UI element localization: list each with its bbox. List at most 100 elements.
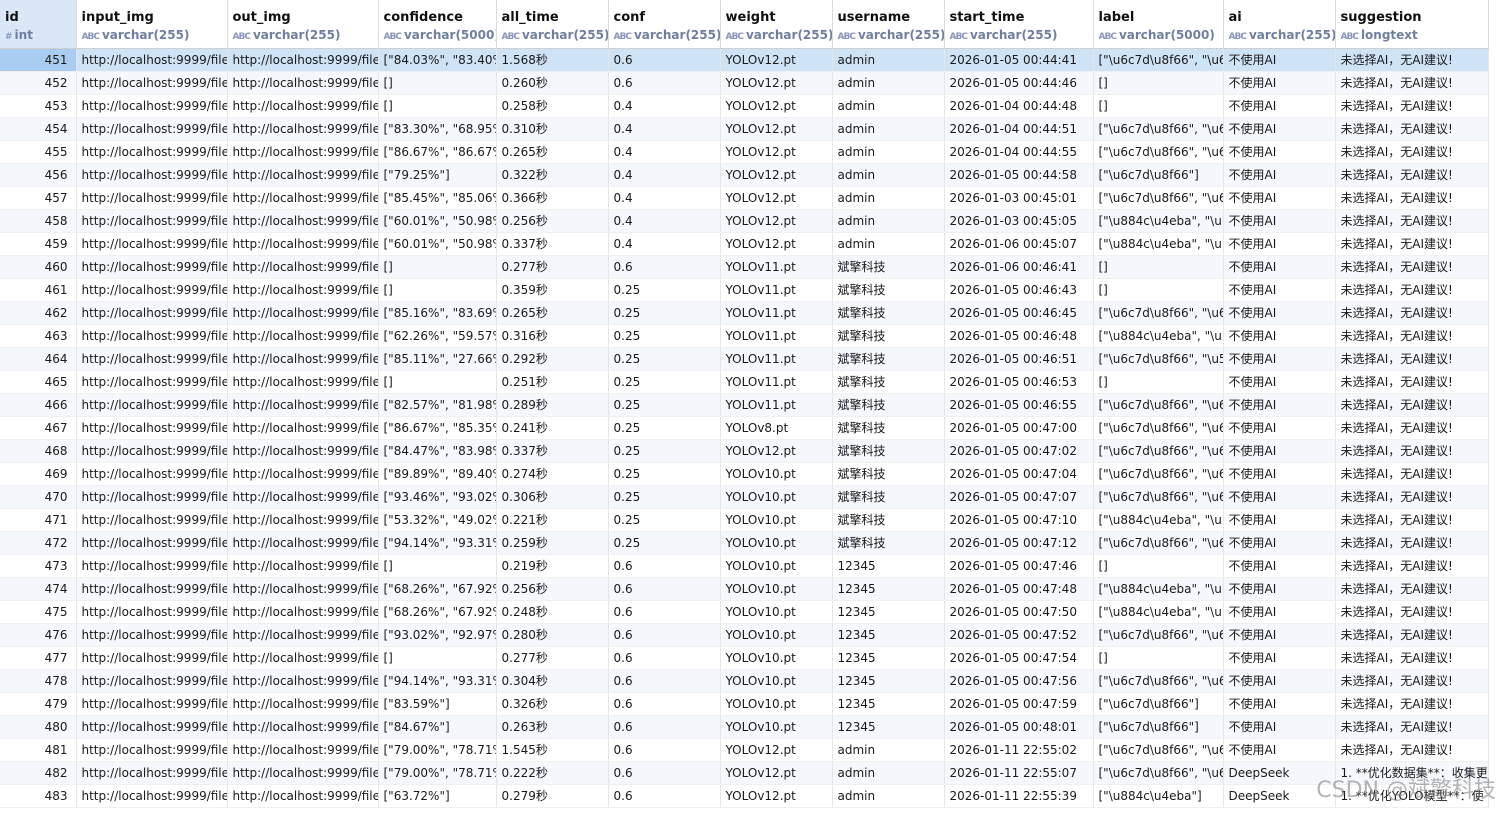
cell-ai[interactable]: 不使用AI: [1223, 163, 1336, 187]
cell-weight[interactable]: YOLOv10.pt: [720, 692, 833, 716]
cell-suggestion[interactable]: 未选择AI，无AI建议!: [1335, 439, 1489, 463]
cell-input_img[interactable]: http://localhost:9999/file: [76, 485, 228, 509]
cell-input_img[interactable]: http://localhost:9999/file: [76, 301, 228, 325]
cell-conf[interactable]: 0.25: [608, 531, 721, 555]
cell-out_img[interactable]: http://localhost:9999/file: [227, 646, 379, 670]
cell-suggestion[interactable]: 未选择AI，无AI建议!: [1335, 669, 1489, 693]
cell-weight[interactable]: YOLOv10.pt: [720, 485, 833, 509]
cell-weight[interactable]: YOLOv12.pt: [720, 163, 833, 187]
cell-start_time[interactable]: 2026-01-04 00:44:55: [944, 140, 1094, 164]
cell-input_img[interactable]: http://localhost:9999/file: [76, 324, 228, 348]
cell-weight[interactable]: YOLOv12.pt: [720, 232, 833, 256]
cell-label[interactable]: ["\u6c7d\u8f66", "\u6: [1093, 623, 1224, 647]
cell-out_img[interactable]: http://localhost:9999/file: [227, 784, 379, 808]
cell-id[interactable]: 478: [0, 669, 77, 693]
cell-id[interactable]: 455: [0, 140, 77, 164]
cell-confidence[interactable]: []: [378, 646, 497, 670]
cell-out_img[interactable]: http://localhost:9999/file: [227, 255, 379, 279]
column-header-id[interactable]: id # int: [0, 0, 77, 49]
cell-label[interactable]: []: [1093, 94, 1224, 118]
cell-all_time[interactable]: 0.277秒: [496, 646, 609, 670]
cell-input_img[interactable]: http://localhost:9999/file: [76, 692, 228, 716]
cell-conf[interactable]: 0.6: [608, 577, 721, 601]
cell-all_time[interactable]: 0.219秒: [496, 554, 609, 578]
cell-ai[interactable]: 不使用AI: [1223, 416, 1336, 440]
cell-weight[interactable]: YOLOv12.pt: [720, 71, 833, 95]
cell-label[interactable]: ["\u884c\u4eba", "\u: [1093, 232, 1224, 256]
cell-conf[interactable]: 0.4: [608, 232, 721, 256]
cell-suggestion[interactable]: 1. **优化YOLO模型**：使: [1335, 784, 1489, 808]
table-row[interactable]: 464 http://localhost:9999/file http://loca…: [0, 347, 1489, 371]
cell-username[interactable]: 斌擎科技: [832, 508, 945, 532]
cell-confidence[interactable]: ["86.67%", "86.67%: [378, 140, 497, 164]
cell-ai[interactable]: 不使用AI: [1223, 692, 1336, 716]
cell-conf[interactable]: 0.6: [608, 646, 721, 670]
column-header-all_time[interactable]: all_time ABC varchar(255): [496, 0, 609, 49]
cell-username[interactable]: 12345: [832, 669, 945, 693]
cell-out_img[interactable]: http://localhost:9999/file: [227, 232, 379, 256]
cell-confidence[interactable]: ["62.26%", "59.57%: [378, 324, 497, 348]
cell-start_time[interactable]: 2026-01-05 00:46:53: [944, 370, 1094, 394]
cell-all_time[interactable]: 0.259秒: [496, 531, 609, 555]
cell-id[interactable]: 459: [0, 232, 77, 256]
cell-label[interactable]: ["\u6c7d\u8f66", "\u6: [1093, 416, 1224, 440]
cell-label[interactable]: ["\u6c7d\u8f66", "\u6: [1093, 301, 1224, 325]
cell-ai[interactable]: 不使用AI: [1223, 301, 1336, 325]
cell-weight[interactable]: YOLOv10.pt: [720, 600, 833, 624]
cell-out_img[interactable]: http://localhost:9999/file: [227, 577, 379, 601]
cell-all_time[interactable]: 0.337秒: [496, 232, 609, 256]
cell-all_time[interactable]: 0.292秒: [496, 347, 609, 371]
cell-ai[interactable]: 不使用AI: [1223, 554, 1336, 578]
cell-all_time[interactable]: 0.258秒: [496, 94, 609, 118]
cell-label[interactable]: ["\u6c7d\u8f66", "\u6: [1093, 186, 1224, 210]
cell-ai[interactable]: DeepSeek: [1223, 761, 1336, 785]
cell-suggestion[interactable]: 未选择AI，无AI建议!: [1335, 278, 1489, 302]
cell-label[interactable]: ["\u884c\u4eba", "\u: [1093, 577, 1224, 601]
table-row[interactable]: 468 http://localhost:9999/file http://loca…: [0, 439, 1489, 463]
cell-label[interactable]: ["\u6c7d\u8f66", "\u6: [1093, 462, 1224, 486]
cell-start_time[interactable]: 2026-01-03 00:45:05: [944, 209, 1094, 233]
cell-id[interactable]: 474: [0, 577, 77, 601]
cell-id[interactable]: 456: [0, 163, 77, 187]
cell-username[interactable]: admin: [832, 784, 945, 808]
cell-id[interactable]: 463: [0, 324, 77, 348]
cell-start_time[interactable]: 2026-01-04 00:44:48: [944, 94, 1094, 118]
cell-label[interactable]: ["\u6c7d\u8f66", "\u6: [1093, 738, 1224, 762]
cell-id[interactable]: 476: [0, 623, 77, 647]
cell-conf[interactable]: 0.25: [608, 416, 721, 440]
cell-ai[interactable]: 不使用AI: [1223, 439, 1336, 463]
cell-conf[interactable]: 0.25: [608, 439, 721, 463]
cell-conf[interactable]: 0.25: [608, 508, 721, 532]
cell-ai[interactable]: 不使用AI: [1223, 117, 1336, 141]
cell-username[interactable]: admin: [832, 761, 945, 785]
cell-username[interactable]: 12345: [832, 600, 945, 624]
table-row[interactable]: 477 http://localhost:9999/file http://loca…: [0, 646, 1489, 670]
cell-weight[interactable]: YOLOv10.pt: [720, 508, 833, 532]
cell-input_img[interactable]: http://localhost:9999/file: [76, 531, 228, 555]
cell-id[interactable]: 451: [0, 48, 77, 72]
cell-ai[interactable]: 不使用AI: [1223, 232, 1336, 256]
column-header-label[interactable]: label ABC varchar(5000): [1093, 0, 1224, 49]
cell-all_time[interactable]: 0.337秒: [496, 439, 609, 463]
cell-weight[interactable]: YOLOv11.pt: [720, 370, 833, 394]
cell-id[interactable]: 465: [0, 370, 77, 394]
cell-all_time[interactable]: 0.221秒: [496, 508, 609, 532]
cell-start_time[interactable]: 2026-01-05 00:47:52: [944, 623, 1094, 647]
table-row[interactable]: 458 http://localhost:9999/file http://loca…: [0, 209, 1489, 233]
cell-start_time[interactable]: 2026-01-05 00:47:07: [944, 485, 1094, 509]
cell-out_img[interactable]: http://localhost:9999/file: [227, 508, 379, 532]
cell-confidence[interactable]: ["93.46%", "93.02%: [378, 485, 497, 509]
cell-input_img[interactable]: http://localhost:9999/file: [76, 738, 228, 762]
cell-suggestion[interactable]: 未选择AI，无AI建议!: [1335, 393, 1489, 417]
cell-conf[interactable]: 0.6: [608, 738, 721, 762]
cell-confidence[interactable]: ["68.26%", "67.92%: [378, 577, 497, 601]
cell-confidence[interactable]: ["84.03%", "83.40%: [378, 48, 497, 72]
cell-start_time[interactable]: 2026-01-05 00:46:51: [944, 347, 1094, 371]
cell-out_img[interactable]: http://localhost:9999/file: [227, 48, 379, 72]
cell-ai[interactable]: 不使用AI: [1223, 94, 1336, 118]
cell-label[interactable]: ["\u884c\u4eba", "\u: [1093, 600, 1224, 624]
cell-input_img[interactable]: http://localhost:9999/file: [76, 715, 228, 739]
cell-suggestion[interactable]: 1. **优化数据集**：收集更: [1335, 761, 1489, 785]
cell-username[interactable]: 斌擎科技: [832, 370, 945, 394]
cell-start_time[interactable]: 2026-01-05 00:46:48: [944, 324, 1094, 348]
